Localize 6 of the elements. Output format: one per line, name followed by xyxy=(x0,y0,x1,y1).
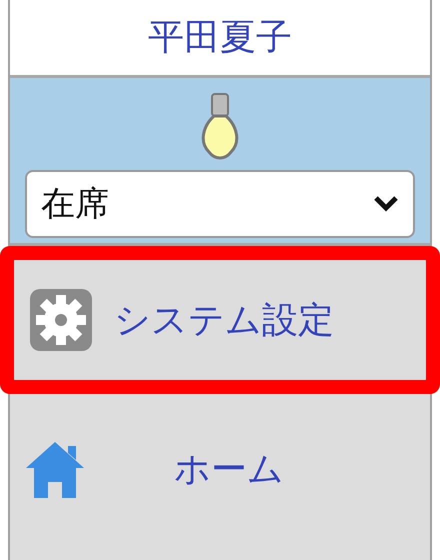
status-select[interactable]: 在席 xyxy=(25,170,415,238)
settings-icon xyxy=(30,289,92,351)
user-name: 平田夏子 xyxy=(148,16,292,60)
chevron-down-icon xyxy=(373,195,399,213)
menu-item[interactable]: ホーム xyxy=(10,394,430,544)
menu-item[interactable]: システム設定 xyxy=(0,246,440,394)
